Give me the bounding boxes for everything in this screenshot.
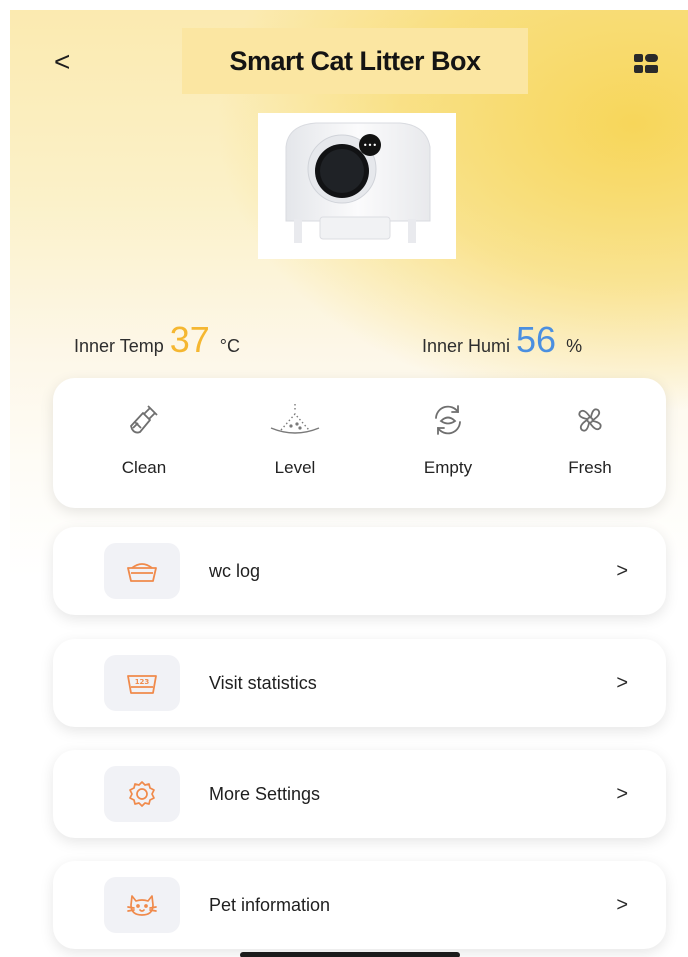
litter-tray-icon	[104, 543, 180, 599]
chevron-right-icon: >	[616, 672, 628, 694]
menu-item-label: Pet information	[209, 895, 331, 915]
broom-icon	[74, 400, 214, 440]
inner-temp-unit: °C	[219, 336, 240, 356]
empty-button[interactable]: Empty	[378, 400, 518, 478]
fresh-label: Fresh	[568, 458, 612, 477]
app-screen: < Smart Cat Litter Box ••• Inner Temp 37…	[10, 10, 688, 957]
inner-temp-value: 37	[169, 319, 210, 360]
home-indicator	[240, 952, 460, 957]
inner-humi: Inner Humi 56 %	[422, 320, 582, 360]
back-button[interactable]: <	[54, 48, 70, 76]
title-bar: Smart Cat Litter Box	[182, 28, 528, 94]
menu-item-visit-statistics[interactable]: 123 Visit statistics >	[53, 639, 666, 727]
clean-button[interactable]: Clean	[74, 400, 214, 478]
level-icon	[225, 400, 365, 440]
fresh-button[interactable]: Fresh	[520, 400, 660, 478]
svg-text:123: 123	[135, 678, 150, 686]
quick-actions-card: Clean Level Empty Fresh	[53, 378, 666, 508]
menu-item-pet-information[interactable]: Pet information >	[53, 861, 666, 949]
fan-icon	[520, 400, 660, 440]
menu-item-more-settings[interactable]: More Settings >	[53, 750, 666, 838]
chevron-right-icon: >	[616, 560, 628, 582]
inner-humi-value: 56	[516, 319, 557, 360]
menu-item-label: More Settings	[209, 784, 321, 804]
empty-label: Empty	[423, 458, 473, 477]
chevron-right-icon: >	[616, 783, 628, 805]
menu-item-wc-log[interactable]: wc log >	[53, 527, 666, 615]
litter-box-device-image: •••	[258, 113, 456, 259]
stats-tray-icon: 123	[104, 655, 180, 711]
empty-cycle-icon	[378, 400, 518, 440]
chevron-right-icon: >	[616, 894, 628, 916]
cat-face-icon	[104, 877, 180, 933]
inner-temp-label: Inner Temp	[74, 336, 164, 356]
menu-item-label: Visit statistics	[209, 673, 317, 693]
inner-humi-label: Inner Humi	[422, 336, 511, 356]
page-title: Smart Cat Litter Box	[229, 45, 481, 76]
gear-icon	[104, 766, 180, 822]
clean-label: Clean	[121, 458, 167, 477]
environment-readings: Inner Temp 37 °C Inner Humi 56 %	[10, 320, 688, 370]
grid-menu-icon[interactable]	[634, 54, 658, 79]
inner-temp: Inner Temp 37 °C	[74, 320, 240, 360]
inner-humi-unit: %	[566, 336, 583, 356]
menu-item-label: wc log	[209, 561, 261, 581]
level-button[interactable]: Level	[225, 400, 365, 478]
level-label: Level	[274, 458, 316, 477]
device-panel-display: •••	[363, 141, 377, 150]
